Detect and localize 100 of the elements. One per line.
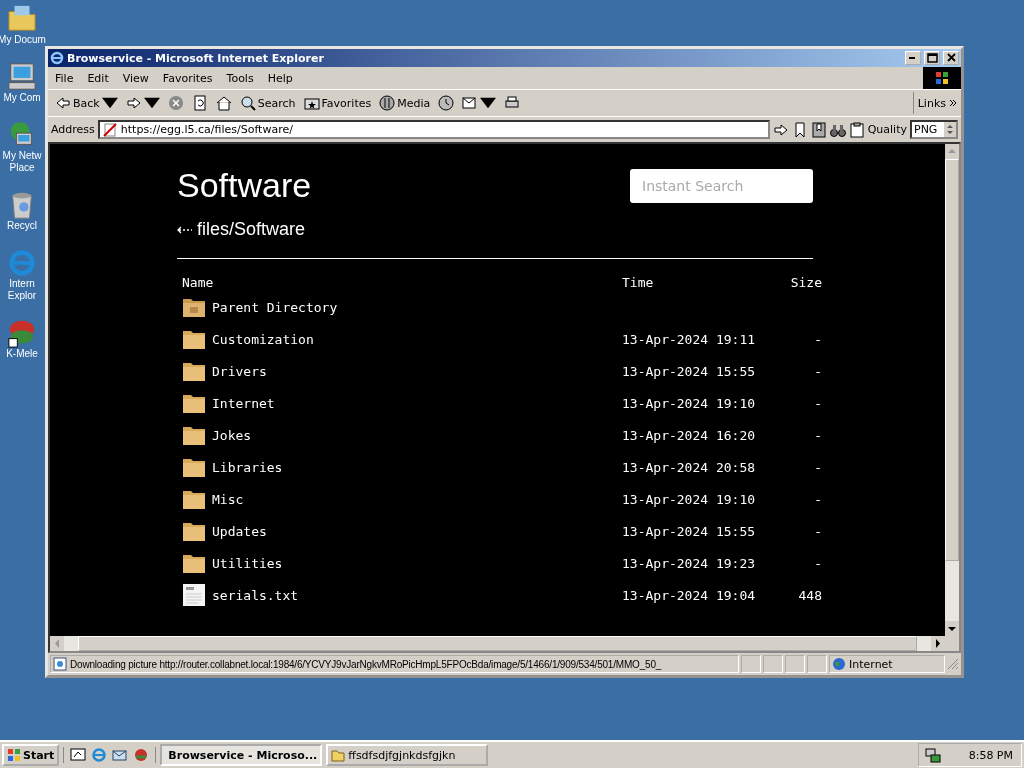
desktop-icon[interactable] [70,747,87,763]
minimize-icon [909,56,917,60]
scroll-left-icon [50,636,64,651]
table-cell-text: 13-Apr-2024 15:55 [622,363,757,379]
resize-grip-icon [947,658,959,670]
table-cell-text: 13-Apr-2024 16:20 [622,427,757,443]
vertical-scrollbar[interactable] [945,144,959,636]
clipboard-icon[interactable] [848,121,865,138]
history-icon [438,95,455,111]
broken-page-icon [102,122,117,137]
table-cell-text: 13-Apr-2024 19:10 [622,395,757,411]
table-cell-text: - [813,395,822,411]
links-label[interactable]: Links [917,96,946,110]
folder-icon[interactable] [7,4,37,34]
table-cell-text: - [813,459,822,475]
maximize-button[interactable] [924,51,940,65]
globe-icon [832,657,846,671]
network-icon[interactable] [925,747,941,763]
chameleon-icon[interactable] [7,318,37,348]
table-cell-text: - [813,555,822,571]
taskbar-button[interactable]: ffsdfsdjfgjnkdsfgjkn [326,744,489,766]
menu-item[interactable]: File [48,71,81,85]
file-link[interactable]: Internet [212,395,622,411]
bookmark-page-icon[interactable] [810,121,827,138]
file-link[interactable]: serials.txt [212,587,622,603]
scroll-up-icon [945,144,959,159]
search-field[interactable]: Instant Search [630,168,813,203]
scroll-thumb[interactable] [945,159,959,561]
folder-star-button[interactable]: Favorites [300,93,375,113]
folder-icon [182,360,206,382]
table-cell-text: 448 [797,587,822,603]
clock: 8:58 PM [968,748,1013,762]
maximize-icon [926,53,938,63]
text-file-icon [182,584,206,606]
address-field[interactable]: https://egg.l5.ca/files/Software/ [97,120,770,139]
table-cell-text: - [813,523,822,539]
close-icon [945,53,957,63]
close-button[interactable] [943,51,959,65]
file-link[interactable]: Customization [212,331,622,347]
file-link[interactable]: Drivers [212,363,622,379]
file-link[interactable]: Misc [212,491,622,507]
column-header: Name [182,274,215,290]
home-icon [215,95,232,111]
media-button[interactable]: Media [376,93,434,113]
icon-label: My Netw [2,150,42,162]
folder-icon [182,328,206,350]
table-cell-text: 13-Apr-2024 19:10 [622,491,757,507]
window-title: Browservice - Microsoft Internet Explorer [67,51,325,65]
menu-item[interactable]: Edit [80,71,116,85]
status-panel [741,655,761,673]
folder-icon [182,488,206,510]
minimize-button[interactable] [905,51,921,65]
computer-icon[interactable] [7,62,37,92]
taskbar-button[interactable]: Browservice - Microso... [160,744,323,766]
table-cell-text: 13-Apr-2024 19:04 [622,587,757,603]
file-link[interactable]: Parent Directory [212,299,622,315]
folder-icon [182,392,206,414]
windows-logo-icon [7,748,21,762]
folder-icon [182,552,206,574]
icon-label: Recycl [7,220,37,232]
mail-icon[interactable] [112,747,129,763]
breadcrumb-link[interactable]: files/Software [197,219,306,240]
menu-item[interactable]: Favorites [155,71,220,85]
icon-label: Place [9,162,35,174]
chevron-icon [949,99,957,107]
column-header: Size [789,274,822,290]
file-link[interactable]: Libraries [212,459,622,475]
media-icon [379,95,396,111]
address-label: Address [51,123,95,136]
status-panel [785,655,805,673]
quality-label: Quality [867,123,907,136]
table-cell-text: 13-Apr-2024 15:55 [622,523,757,539]
menu-item[interactable]: Tools [219,71,261,85]
caret-icon [480,95,497,111]
start-button[interactable]: Start [2,744,60,766]
icon-label: Explor [7,290,37,302]
table-cell-text: - [813,491,822,507]
spin-arrows-icon[interactable] [944,122,956,137]
browser-icon [50,51,64,65]
table-cell-text: - [813,331,822,347]
icon-label: K-Mele [6,348,38,360]
file-link[interactable]: Jokes [212,427,622,443]
menu-item[interactable]: Help [260,71,300,85]
windows-logo-icon [934,70,950,86]
menu-item[interactable]: View [115,71,156,85]
file-link[interactable]: Updates [212,523,622,539]
status-text: Downloading picture http://router.collabnet.local:1984/6/YCVYJ9vJarNgkvMRoPicHmpL5FPOcBda/image/5/1466/1/909/534/501/MMO_50_ [70,658,662,670]
icon-label: Intern [9,278,35,290]
folder-icon [182,520,206,542]
zone-text: Internet [849,657,893,671]
go-arrow-icon[interactable] [772,121,789,138]
search-button[interactable]: Search [236,93,299,113]
search-icon [239,95,256,111]
table-cell-text: 13-Apr-2024 19:23 [622,555,757,571]
back-arrow-button[interactable]: Back [52,93,121,113]
back-arrow-icon[interactable] [177,224,193,235]
table-cell-text: - [813,363,822,379]
file-link[interactable]: Utilities [212,555,622,571]
quality-spinner[interactable]: PNG [910,120,958,139]
table-cell-text: - [813,427,822,443]
